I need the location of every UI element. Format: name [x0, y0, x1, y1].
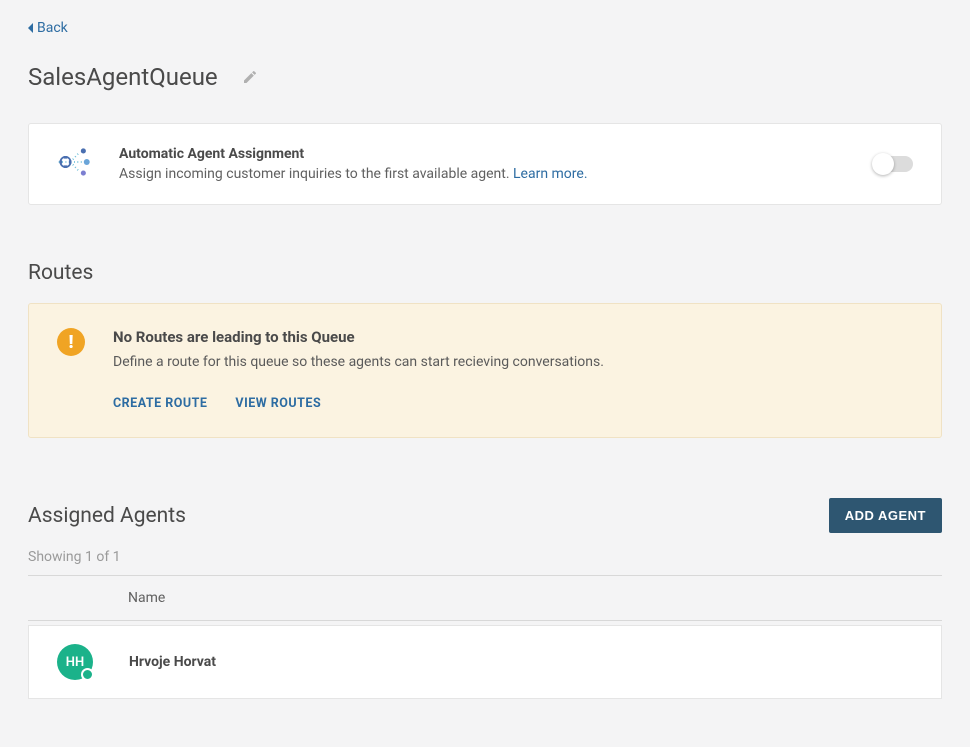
routes-heading: Routes: [28, 261, 942, 285]
back-label: Back: [37, 20, 68, 36]
title-row: SalesAgentQueue: [28, 63, 942, 91]
edit-icon[interactable]: [242, 69, 258, 85]
chevron-left-icon: [28, 23, 33, 33]
auto-assignment-title: Automatic Agent Assignment: [119, 146, 873, 162]
routes-warning-title: No Routes are leading to this Queue: [113, 328, 604, 346]
create-route-link[interactable]: CREATE ROUTE: [113, 396, 207, 411]
auto-assignment-subtitle: Assign incoming customer inquiries to th…: [119, 166, 873, 182]
showing-count: Showing 1 of 1: [28, 549, 942, 565]
auto-assignment-icon: [57, 147, 91, 181]
warning-icon: !: [57, 328, 85, 356]
page-title: SalesAgentQueue: [28, 63, 218, 91]
auto-assignment-toggle[interactable]: [873, 156, 913, 172]
avatar: HH: [57, 644, 93, 680]
table-row[interactable]: HH Hrvoje Horvat: [28, 625, 942, 699]
add-agent-button[interactable]: ADD AGENT: [829, 498, 942, 533]
learn-more-link[interactable]: Learn more.: [513, 166, 588, 182]
auto-assignment-card: Automatic Agent Assignment Assign incomi…: [28, 123, 942, 205]
back-link[interactable]: Back: [28, 20, 68, 36]
routes-warning: ! No Routes are leading to this Queue De…: [28, 303, 942, 438]
assigned-agents-heading: Assigned Agents: [28, 504, 186, 528]
view-routes-link[interactable]: VIEW ROUTES: [235, 396, 321, 411]
routes-warning-subtitle: Define a route for this queue so these a…: [113, 354, 604, 370]
agent-name: Hrvoje Horvat: [129, 654, 216, 670]
agents-column-name: Name: [28, 575, 942, 621]
